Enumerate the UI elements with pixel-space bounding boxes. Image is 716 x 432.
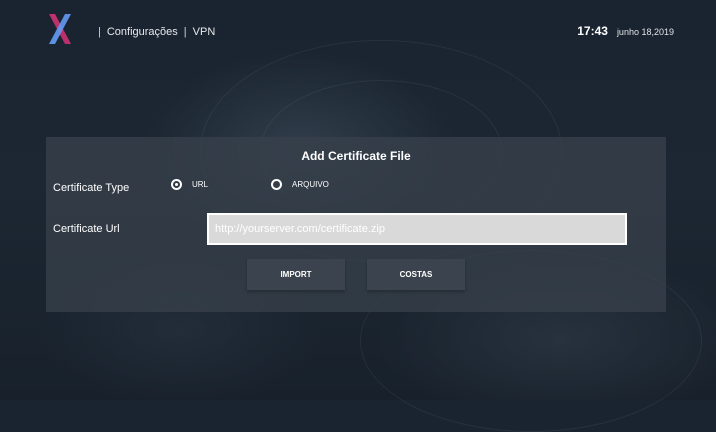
back-button[interactable]: COSTAS [367, 259, 465, 290]
radio-arquivo-label: ARQUIVO [292, 180, 329, 189]
radio-unselected-icon[interactable] [271, 179, 282, 190]
breadcrumb-separator: | [98, 26, 101, 38]
add-certificate-dialog: Add Certificate File Certificate Type UR… [46, 137, 666, 312]
certificate-url-input[interactable] [207, 213, 627, 245]
current-date: junho 18,2019 [616, 27, 674, 37]
dialog-title: Add Certificate File [301, 149, 411, 163]
radio-selected-icon[interactable] [171, 179, 182, 190]
clock: 17:43 junho 18,2019 [577, 24, 674, 38]
x-logo-icon [49, 14, 71, 44]
certificate-url-label: Certificate Url [53, 223, 120, 235]
certificate-type-label: Certificate Type [53, 182, 130, 194]
radio-arquivo[interactable]: ARQUIVO [271, 179, 329, 190]
breadcrumb-separator: | [183, 26, 187, 38]
radio-url-label: URL [192, 180, 209, 189]
breadcrumb: | Configurações | VPN [98, 26, 215, 38]
import-button[interactable]: IMPORT [247, 259, 345, 290]
breadcrumb-item-vpn[interactable]: VPN [193, 26, 216, 38]
radio-url[interactable]: URL [171, 179, 208, 190]
current-time: 17:43 [577, 24, 608, 38]
breadcrumb-item-settings[interactable]: Configurações [107, 26, 178, 38]
